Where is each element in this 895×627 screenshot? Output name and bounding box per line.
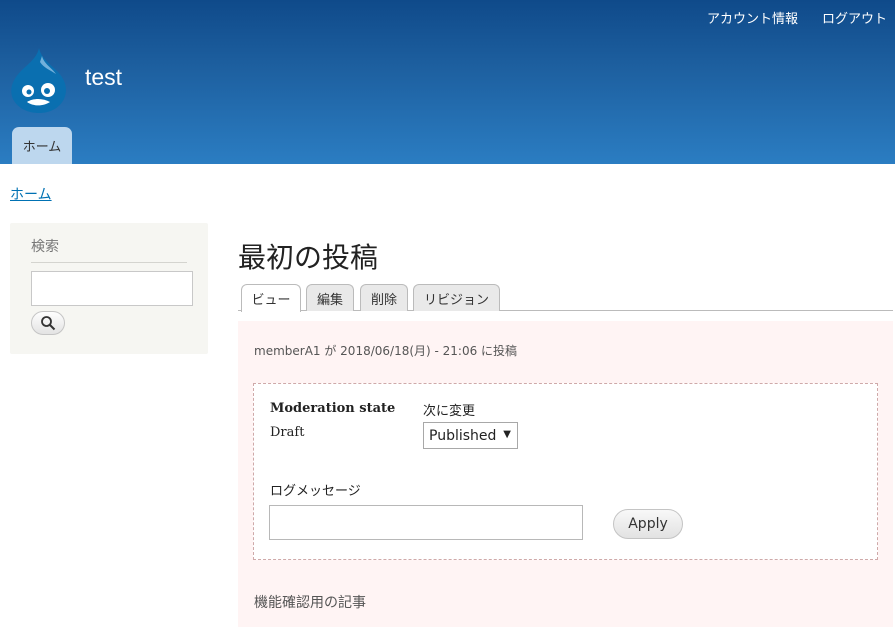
tab-view[interactable]: ビュー [241, 284, 301, 312]
page-title: 最初の投稿 [238, 241, 379, 274]
log-message-label: ログメッセージ [270, 484, 361, 499]
site-name[interactable]: test [85, 64, 122, 91]
search-block-title: 検索 [31, 236, 187, 263]
change-to-label: 次に変更 [423, 404, 476, 419]
node-body: 機能確認用の記事 [254, 595, 366, 611]
site-header: アカウント情報 ログアウト test ホーム [0, 0, 895, 164]
search-icon [41, 316, 56, 331]
caret-down-icon: ▼ [503, 429, 511, 440]
tab-home[interactable]: ホーム [12, 127, 72, 164]
moderation-form: Moderation state Draft 次に変更 Published ▼ … [253, 383, 878, 560]
selected-option: Published [429, 427, 497, 444]
tab-revisions[interactable]: リビジョン [413, 284, 500, 311]
secondary-menu: アカウント情報 ログアウト [707, 8, 887, 27]
node-content: memberA1 が 2018/06/18(月) - 21:06 に投稿 Mod… [238, 321, 893, 627]
apply-button[interactable]: Apply [613, 509, 683, 539]
moderation-state-select[interactable]: Published ▼ [423, 422, 518, 449]
breadcrumb-home-link[interactable]: ホーム [10, 187, 52, 203]
log-message-input[interactable] [269, 505, 583, 540]
breadcrumb: ホーム [10, 184, 52, 204]
moderation-state-value: Draft [270, 425, 305, 440]
submitted-info: memberA1 が 2018/06/18(月) - 21:06 に投稿 [254, 344, 518, 358]
tab-delete[interactable]: 削除 [360, 284, 408, 311]
moderation-state-label: Moderation state [270, 401, 396, 416]
search-input[interactable] [31, 271, 193, 306]
drupal-logo-icon[interactable] [10, 46, 68, 114]
search-button[interactable] [31, 311, 65, 335]
logout-link[interactable]: ログアウト [822, 8, 887, 27]
tab-edit[interactable]: 編集 [306, 284, 354, 311]
sidebar-search-block: 検索 [10, 223, 208, 354]
node-tabs: ビュー 編集 削除 リビジョン [238, 283, 893, 312]
account-link[interactable]: アカウント情報 [707, 8, 798, 27]
